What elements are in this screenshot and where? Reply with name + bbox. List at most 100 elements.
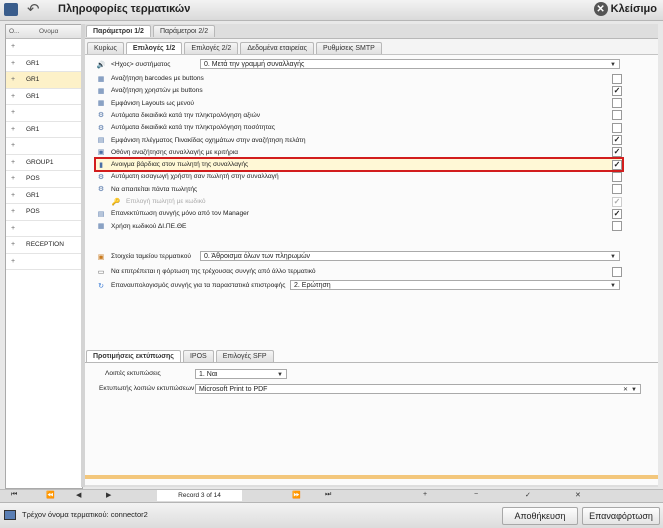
option-label: Αυτόματα δικαιδικά κατά την πληκτρολόγησ… [111,124,275,132]
nav-button[interactable]: ⏭ [325,491,331,499]
expand-icon[interactable]: + [6,126,20,133]
allow-load-checkbox[interactable] [612,266,622,277]
terminal-name-cell: GR1 [26,92,40,100]
table-row[interactable]: + POS [6,204,82,221]
column-header-order[interactable]: Ο... [6,25,29,38]
gear-icon: ⚙ [97,124,105,132]
table-row[interactable]: + [6,138,82,155]
recalc-select[interactable]: 2. Ερώτηση ▼ [290,280,620,290]
option-checkbox[interactable] [612,159,622,170]
expand-icon[interactable]: + [6,208,20,215]
option-label: Αυτόματη εισαγωγή χρήστη σαν πωλητή στην… [111,173,279,181]
table-row[interactable]: + [6,39,82,56]
close-icon: ✕ [593,2,608,16]
option-checkbox[interactable] [612,98,622,109]
table-row[interactable]: + GR1 [6,122,82,138]
chevron-down-icon: ▼ [631,387,637,393]
table-row[interactable]: + [6,254,82,270]
print-tabs: Προτιμήσεις εκτύπωσης IPOS Επιλογές SFP [86,350,274,362]
nav-button[interactable]: ✓ [525,491,531,499]
tab-company-data[interactable]: Δεδομένα εταιρείας [240,42,315,54]
column-header-name[interactable]: Ονομα [29,25,58,38]
expand-icon[interactable]: + [6,258,20,265]
option-checkbox[interactable] [612,85,622,96]
nav-button[interactable]: ⏮ [11,491,17,499]
table-row[interactable]: + RECEPTION [6,237,82,254]
nav-button[interactable]: ◀ [76,491,81,499]
nav-button[interactable]: ⏩ [292,491,301,499]
nav-button[interactable]: ⏪ [46,491,55,499]
printer-label: Εκτυπωτής λοιπών εκτυπώσεων [99,385,195,392]
key-icon: 🔑 [111,198,121,206]
close-button[interactable]: ✕ Κλείσιμο [593,2,657,16]
reload-button[interactable]: Επαναφόρτωση [582,507,660,525]
terminal-name-cell: GR1 [26,59,40,67]
option-checkbox[interactable] [612,135,622,145]
terminal-list-grid[interactable]: Ο... Ονομα + + GR1 + GR1 + GR1 + + GR1 + + GROUP1 + PO… [5,24,83,489]
sound-select[interactable]: 0. Μετά την γραμμή συναλλαγής ▼ [200,59,620,69]
expand-icon[interactable]: + [6,93,20,100]
option-label: Αναζήτηση barcodes με buttons [111,75,204,82]
option-checkbox[interactable] [612,122,622,133]
table-row[interactable]: + GROUP1 [6,155,82,171]
option-label: Εμφάνιση Layouts ως μενού [111,99,195,107]
nav-button[interactable]: + [423,491,427,498]
table-row[interactable]: + GR1 [6,56,82,72]
save-icon[interactable] [4,3,18,16]
expand-icon[interactable]: + [6,109,20,116]
option-label: Να απαιτείται πάντα πωλητής [111,185,198,193]
expand-icon[interactable]: + [6,43,20,50]
option-checkbox[interactable] [612,208,622,219]
clear-icon[interactable]: ✕ [623,385,628,395]
option-checkbox[interactable] [612,73,622,84]
record-navigator: ⏮ ⏪ ◀ ▶ ⏩ ⏭ + − ✓ ✕ [0,489,663,502]
expand-icon[interactable]: + [6,192,20,199]
table-row[interactable]: + GR1 [6,188,82,204]
barcode-icon: ▦ [97,75,105,83]
chevron-down-icon: ▼ [277,372,283,378]
option-row: ⚙ Αυτόματη εισαγωγή χρήστη σαν πωλητή στη… [96,171,622,182]
option-checkbox[interactable] [612,184,622,195]
other-printers-value: 1. Ναι [199,371,218,378]
option-checkbox[interactable] [612,221,622,232]
undo-icon[interactable]: ↶ [27,0,40,18]
option-row: ▦ Εμφάνιση Layouts ως μενού [96,98,622,109]
expand-icon[interactable]: + [6,225,20,232]
save-button[interactable]: Αποθήκευση [502,507,578,525]
option-row: ⚙ Αυτόματα δικαιδικά κατά την πληκτρολόγη… [96,110,622,121]
expand-icon[interactable]: + [6,175,20,182]
grid-header: Ο... Ονομα [6,25,82,39]
option-checkbox[interactable] [612,171,622,182]
table-row[interactable]: + GR1 [6,89,82,105]
other-printers-select[interactable]: 1. Ναι ▼ [195,369,287,379]
tab-print-preferences[interactable]: Προτιμήσεις εκτύπωσης [86,350,181,362]
nav-button[interactable]: ✕ [575,491,581,499]
tab-options-1[interactable]: Επιλογές 1/2 [125,42,183,54]
expand-icon[interactable]: + [6,241,20,248]
tab-main[interactable]: Κυρίως [87,42,124,54]
nav-button[interactable]: − [474,491,478,498]
code-icon: ▦ [97,223,105,231]
tab-parameters-2[interactable]: Παράμετροι 2/2 [152,25,216,37]
table-row[interactable]: + [6,105,82,122]
option-row: ▤ Εμφάνιση πλέγματος Πινακίδας οχημάτων σ… [96,135,622,146]
table-row[interactable]: + GR1 [6,72,82,89]
tab-parameters-1[interactable]: Παράμετροι 1/2 [86,25,151,37]
option-checkbox[interactable] [612,110,622,121]
tab-sfp-options[interactable]: Επιλογές SFP [215,350,274,362]
table-row[interactable]: + [6,221,82,237]
tab-ipos[interactable]: IPOS [182,350,214,362]
expand-icon[interactable]: + [6,76,20,83]
cash-select[interactable]: 0. Άθροισμα όλων των πληρωμών ▼ [200,251,620,261]
option-checkbox[interactable] [612,147,622,158]
nav-button[interactable]: ▶ [106,491,111,499]
tab-options-2[interactable]: Επιλογές 2/2 [184,42,239,54]
table-row[interactable]: + POS [6,171,82,188]
expand-icon[interactable]: + [6,142,20,149]
tab-smtp[interactable]: Ρυθμίσεις SMTP [316,42,382,54]
expand-icon[interactable]: + [6,159,20,166]
option-checkbox[interactable] [612,196,622,207]
printer-select[interactable]: Microsoft Print to PDF ✕ ▼ [195,384,641,394]
expand-icon[interactable]: + [6,60,20,67]
printer-value: Microsoft Print to PDF [199,386,268,393]
